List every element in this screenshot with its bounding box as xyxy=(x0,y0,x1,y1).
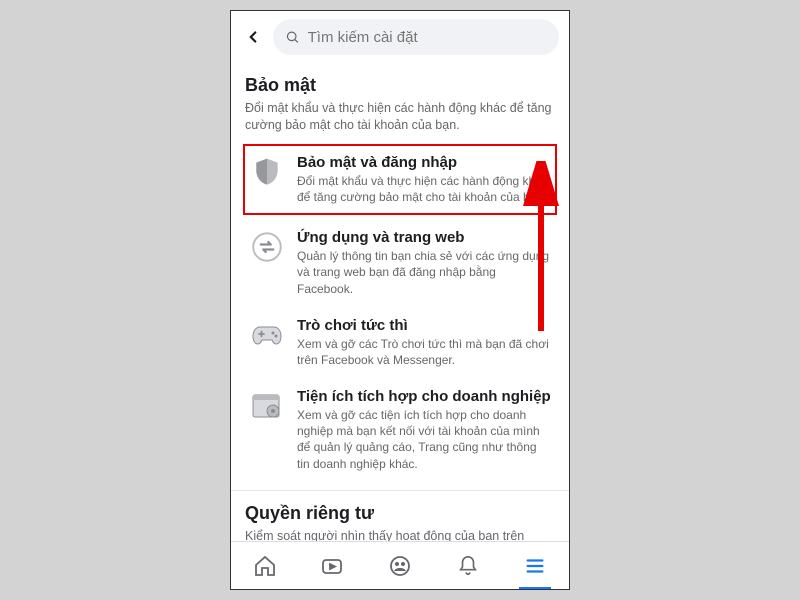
nav-home[interactable] xyxy=(245,546,285,586)
item-desc: Xem và gỡ các Trò chơi tức thì mà bạn đã… xyxy=(297,336,551,368)
gamepad-icon xyxy=(249,317,285,353)
section-security-desc: Đổi mật khẩu và thực hiện các hành động … xyxy=(245,100,555,134)
nav-notifications[interactable] xyxy=(448,546,488,586)
item-desc: Quản lý thông tin bạn chia sẻ với các ứn… xyxy=(297,248,551,297)
item-instant-games[interactable]: Trò chơi tức thì Xem và gỡ các Trò chơi … xyxy=(245,307,555,378)
section-privacy-desc: Kiểm soát người nhìn thấy hoạt động của … xyxy=(245,528,555,541)
nav-menu[interactable] xyxy=(515,546,555,586)
search-bar[interactable] xyxy=(273,19,559,55)
section-privacy-title: Quyền riêng tư xyxy=(245,503,555,524)
section-security-title: Bảo mật xyxy=(245,75,555,96)
gear-window-icon xyxy=(249,388,285,424)
item-title: Tiện ích tích hợp cho doanh nghiệp xyxy=(297,388,551,405)
item-title: Bảo mật và đăng nhập xyxy=(297,154,551,171)
groups-icon xyxy=(388,554,412,578)
header xyxy=(231,11,569,63)
back-button[interactable] xyxy=(241,25,265,49)
shield-icon xyxy=(249,154,285,190)
content: Bảo mật Đổi mật khẩu và thực hiện các hà… xyxy=(231,63,569,541)
chevron-left-icon xyxy=(244,28,262,46)
item-title: Ứng dụng và trang web xyxy=(297,229,551,246)
item-desc: Đổi mật khẩu và thực hiện các hành động … xyxy=(297,173,551,205)
home-icon xyxy=(253,554,277,578)
bottom-nav xyxy=(231,541,569,589)
item-apps-websites[interactable]: Ứng dụng và trang web Quản lý thông tin … xyxy=(245,219,555,307)
bell-icon xyxy=(457,554,479,578)
menu-icon xyxy=(524,555,546,577)
search-input[interactable] xyxy=(308,29,547,46)
search-icon xyxy=(285,29,300,45)
item-desc: Xem và gỡ các tiện ích tích hợp cho doan… xyxy=(297,407,551,472)
divider xyxy=(231,490,569,491)
item-business-integrations[interactable]: Tiện ích tích hợp cho doanh nghiệp Xem v… xyxy=(245,378,555,482)
watch-icon xyxy=(320,554,344,578)
nav-groups[interactable] xyxy=(380,546,420,586)
item-title: Trò chơi tức thì xyxy=(297,317,551,334)
item-security-login[interactable]: Bảo mật và đăng nhập Đổi mật khẩu và thự… xyxy=(243,144,557,215)
swap-icon xyxy=(249,229,285,265)
settings-screen: Bảo mật Đổi mật khẩu và thực hiện các hà… xyxy=(230,10,570,590)
nav-watch[interactable] xyxy=(312,546,352,586)
